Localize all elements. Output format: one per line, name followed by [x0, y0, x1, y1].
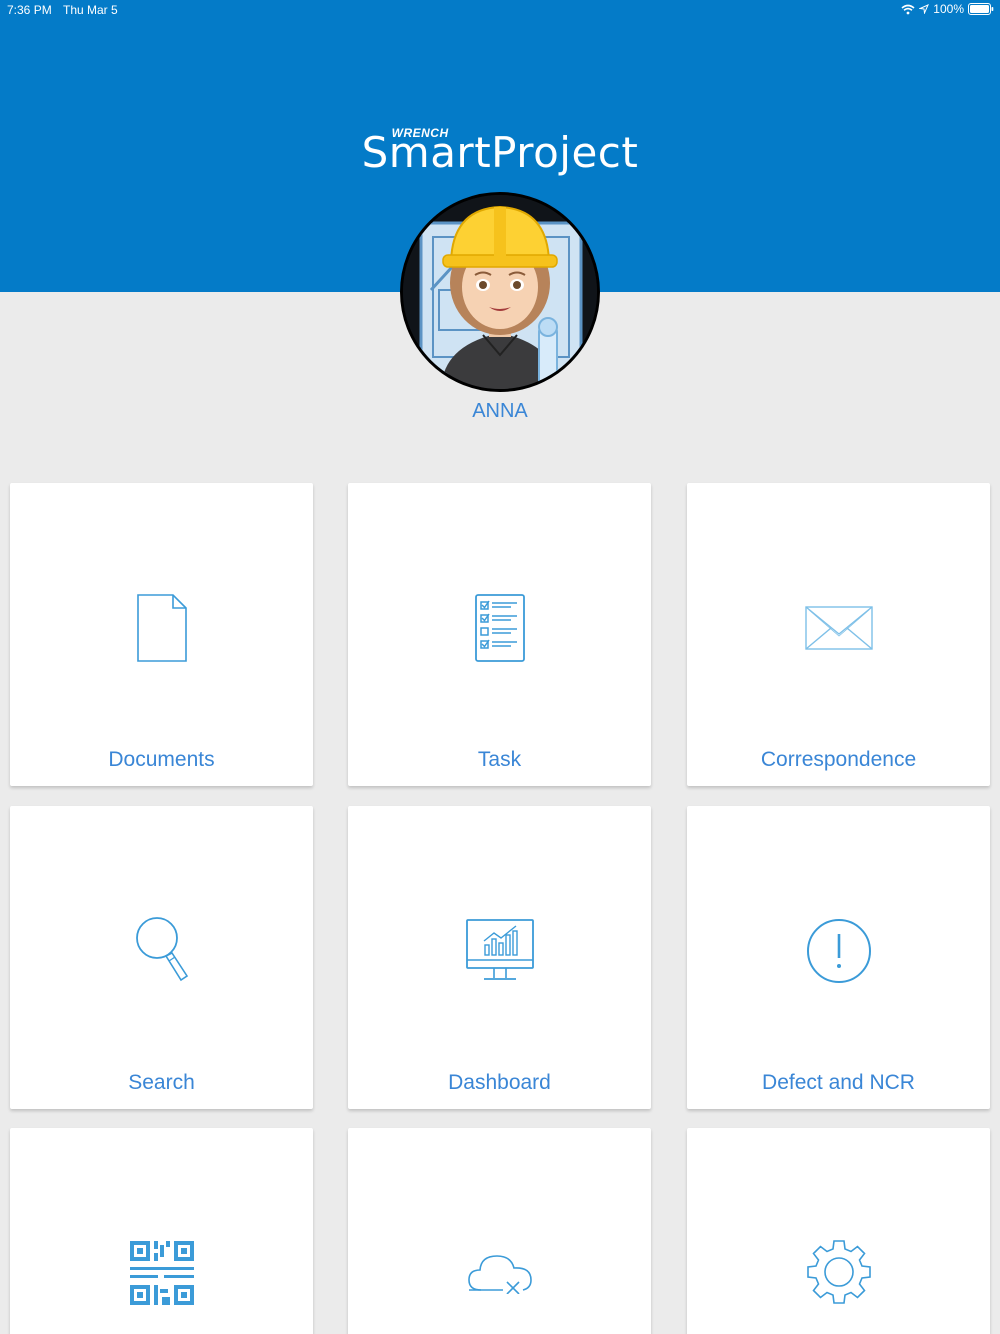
logo-wrench-text: WRENCH [391, 126, 449, 140]
status-indicators: 100% [901, 2, 994, 16]
search-tile[interactable]: Search [10, 806, 313, 1109]
task-label: Task [477, 748, 522, 771]
gear-icon [687, 1228, 990, 1318]
settings-tile[interactable] [687, 1128, 990, 1334]
exclamation-circle-icon [687, 906, 990, 996]
app-logo: WRENCH SmartProject [0, 126, 1000, 188]
battery-percent: 100% [933, 2, 964, 16]
magnifier-icon [10, 906, 313, 996]
document-icon [10, 583, 313, 673]
status-date: Thu Mar 5 [63, 3, 118, 17]
correspondence-label: Correspondence [760, 748, 917, 771]
construction-worker-avatar-icon [403, 195, 597, 389]
user-name[interactable]: ANNA [0, 400, 1000, 423]
offline-tile[interactable] [348, 1128, 651, 1334]
envelope-icon [687, 583, 990, 673]
dashboard-label: Dashboard [448, 1071, 551, 1094]
location-arrow-icon [919, 4, 930, 14]
defect-ncr-label: Defect and NCR [762, 1071, 915, 1094]
user-avatar[interactable] [400, 192, 600, 392]
wifi-icon [901, 4, 915, 14]
search-label: Search [128, 1071, 195, 1094]
battery-icon [968, 3, 994, 15]
status-time: 7:36 PM [7, 3, 52, 17]
cloud-offline-icon [348, 1228, 651, 1318]
documents-label: Documents [108, 748, 215, 771]
task-tile[interactable]: Task [348, 483, 651, 786]
qr-scan-tile[interactable] [10, 1128, 313, 1334]
documents-tile[interactable]: Documents [10, 483, 313, 786]
defect-ncr-tile[interactable]: Defect and NCR [687, 806, 990, 1109]
correspondence-tile[interactable]: Correspondence [687, 483, 990, 786]
qr-code-icon [10, 1228, 313, 1318]
dashboard-tile[interactable]: Dashboard [348, 806, 651, 1109]
checklist-icon [348, 583, 651, 673]
status-bar: 7:36 PM Thu Mar 5 100% [0, 0, 1000, 20]
monitor-chart-icon [348, 906, 651, 996]
